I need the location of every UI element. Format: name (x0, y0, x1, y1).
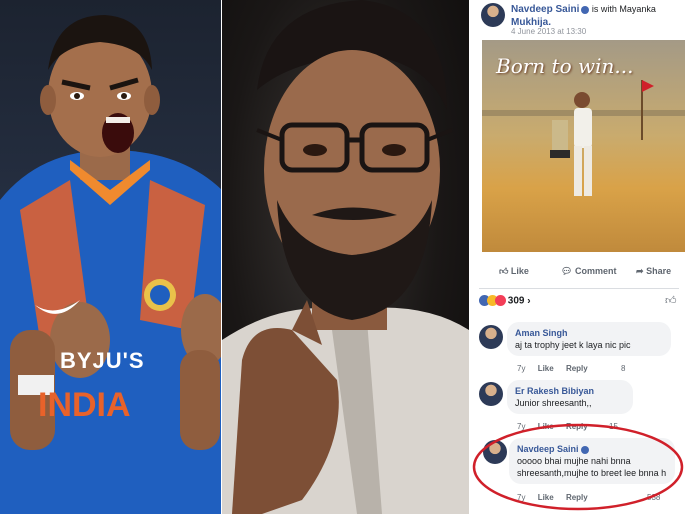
reaction-summary[interactable]: 309 › (479, 295, 531, 307)
reaction-count: 309 (507, 295, 525, 307)
post-date[interactable]: 4 June 2013 at 13:30 (511, 27, 586, 36)
like-button[interactable]: 👍︎ Like (499, 266, 529, 277)
sreesanth-photo (222, 0, 469, 514)
comment-bubble: Aman Singh aj ta trophy jeet k laya nic … (507, 322, 671, 356)
commenter-avatar[interactable] (479, 325, 503, 349)
image-caption: Born to win... (496, 54, 634, 78)
share-icon: ➦ (636, 266, 644, 276)
thumbs-up-icon: 👍︎ (499, 266, 509, 276)
post-actions: 👍︎ Like 💬︎ Comment ➦ Share (471, 266, 685, 284)
more-chevron-icon[interactable]: › (527, 296, 530, 307)
with-text: is with Mayanka (591, 4, 656, 14)
commenter-name[interactable]: Er Rakesh Bibiyan (515, 385, 625, 397)
comment-age[interactable]: 7y (517, 364, 525, 373)
share-button[interactable]: ➦ Share (636, 266, 671, 277)
cricketer-illustration (0, 15, 222, 514)
comment-bubble: Er Rakesh Bibiyan Junior shreesanth,, (507, 380, 633, 414)
comment-icon: 💬︎ (561, 266, 573, 276)
comment-reply-link[interactable]: Reply (566, 364, 588, 373)
author-name[interactable]: Navdeep Saini (511, 4, 579, 15)
highlight-circle (472, 423, 684, 511)
post-image[interactable]: Born to win... (482, 40, 685, 252)
jersey-sponsor: BYJU'S (60, 348, 145, 373)
commenter-avatar[interactable] (479, 382, 503, 406)
comment-reactions[interactable]: 8 (621, 364, 635, 373)
facebook-post: Navdeep Saini is with Mayanka Mukhija. 4… (471, 0, 685, 514)
verified-badge-icon (581, 5, 590, 14)
page-like-icon[interactable]: 👍︎ (665, 294, 677, 307)
man-illustration (222, 0, 469, 514)
divider (479, 288, 679, 289)
reactions-icon (479, 295, 506, 307)
commenter-name[interactable]: Aman Singh (515, 327, 663, 339)
comment-text: Junior shreesanth,, (515, 398, 592, 408)
comment-button[interactable]: 💬︎ Comment (561, 266, 616, 277)
author-avatar[interactable] (481, 3, 505, 27)
comment-meta: 7y Like Reply (517, 364, 598, 373)
comment-like-link[interactable]: Like (538, 364, 554, 373)
cricketer-photo: BYJU'S INDIA (0, 0, 222, 514)
jersey-team: INDIA (38, 386, 131, 424)
post-header: Navdeep Saini is with Mayanka Mukhija. (511, 3, 681, 29)
comment-text: aj ta trophy jeet k laya nic pic (515, 340, 631, 350)
